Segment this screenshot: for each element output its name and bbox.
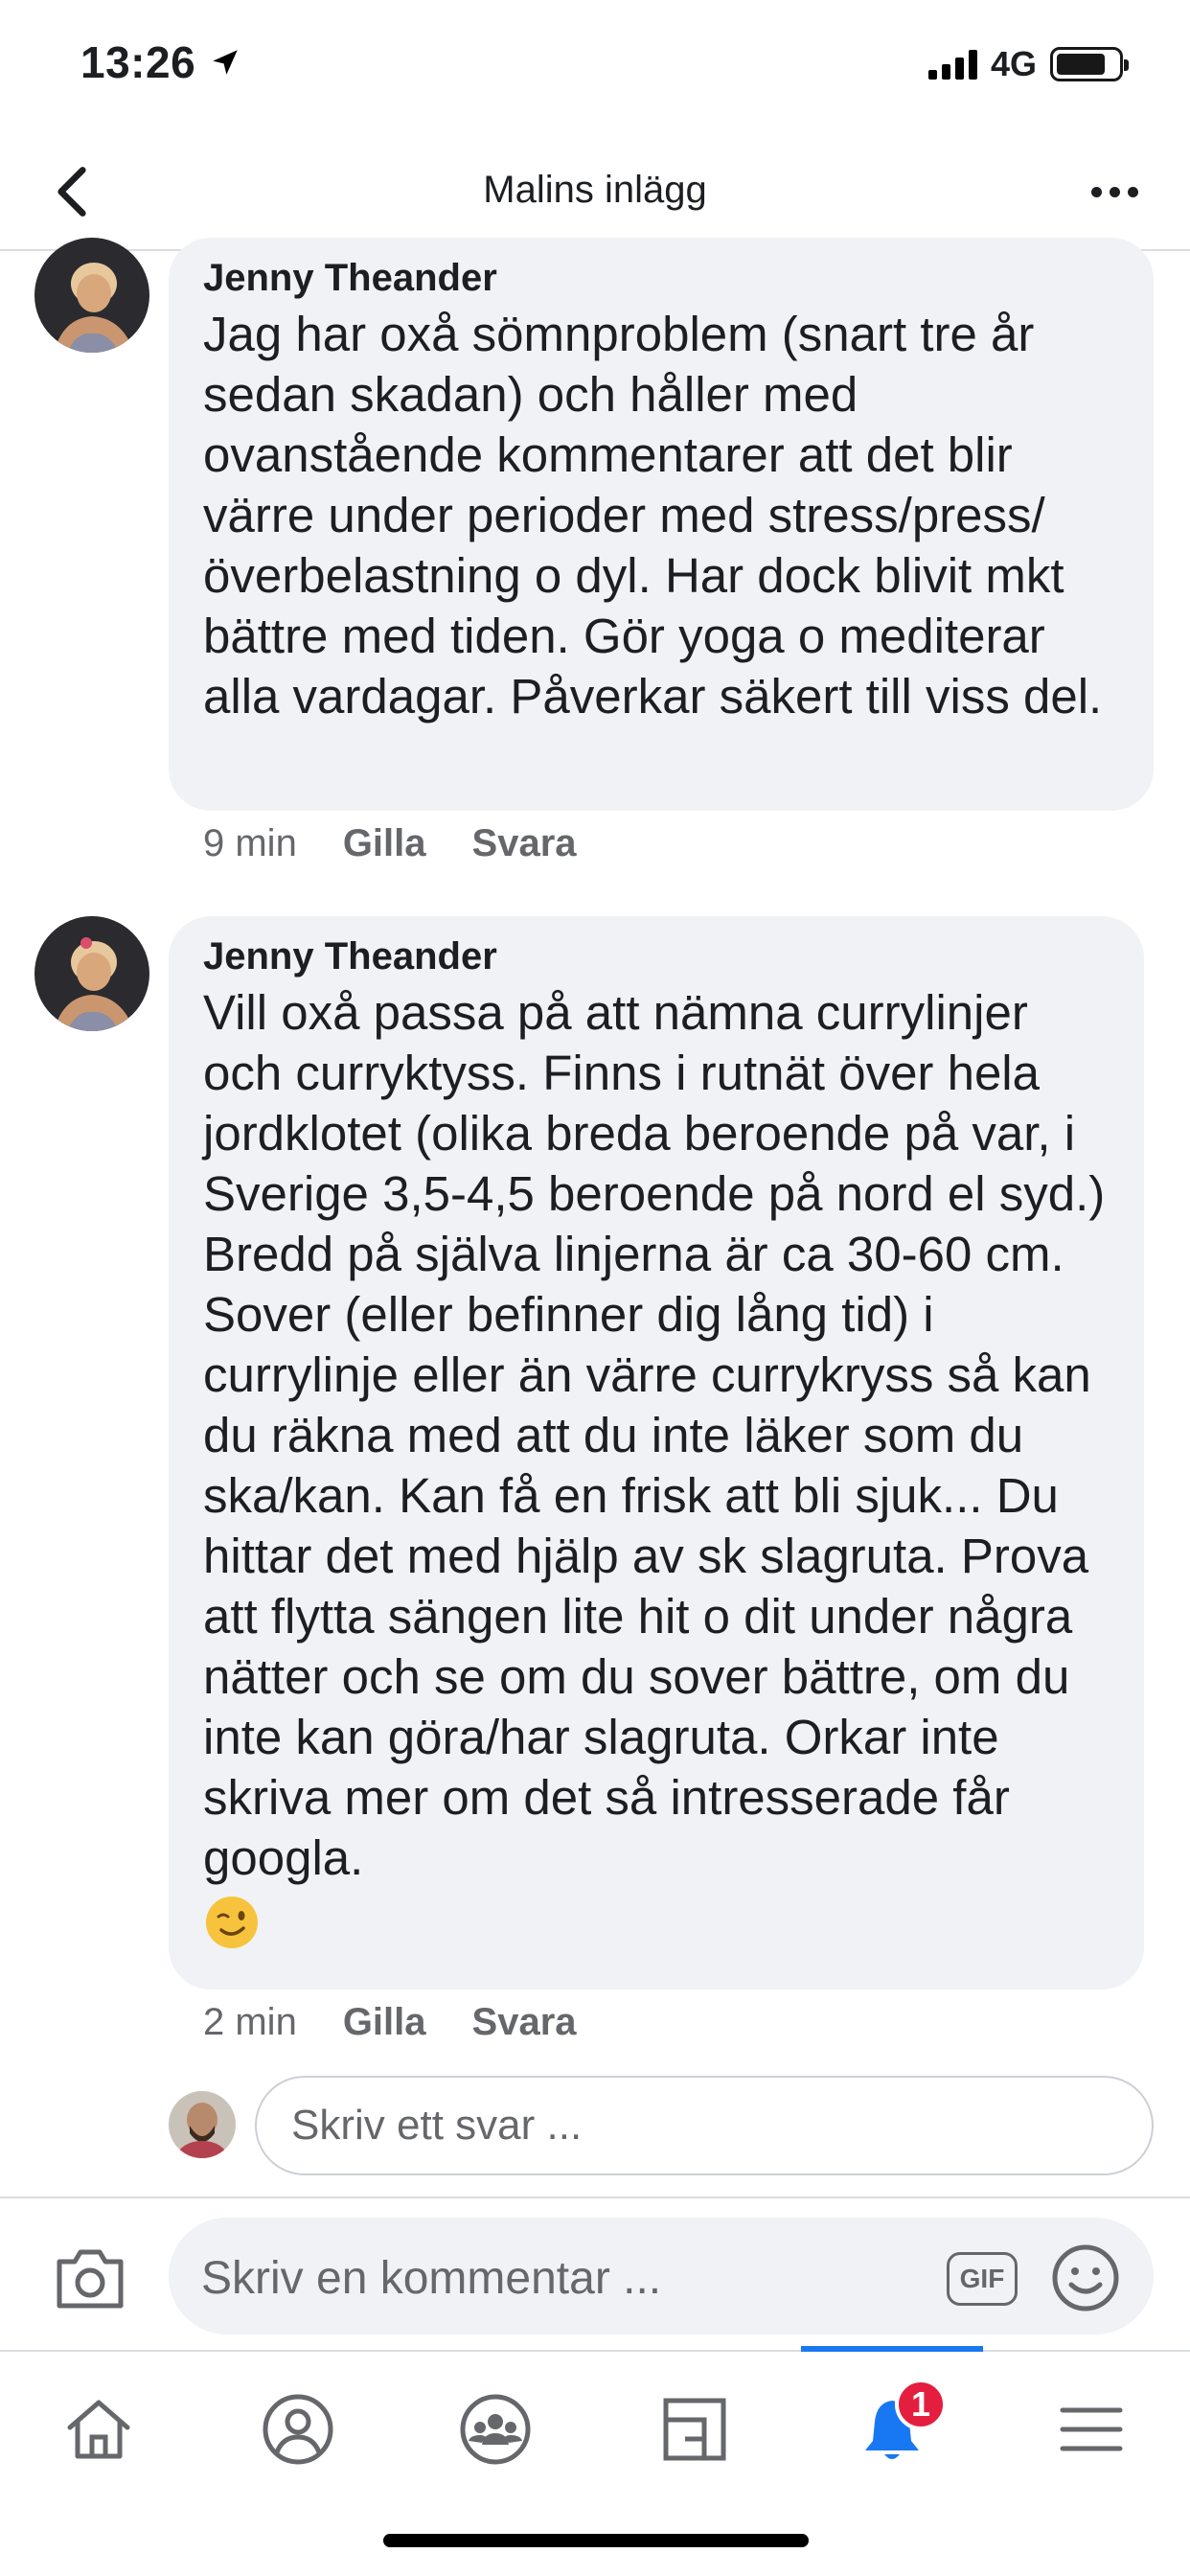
tab-profile[interactable]: [255, 2386, 341, 2472]
pages-icon: [663, 2398, 726, 2461]
tab-groups[interactable]: [452, 2386, 538, 2472]
avatar[interactable]: [34, 916, 149, 1031]
signal-icon: [927, 49, 977, 80]
current-user-avatar: [169, 2091, 236, 2158]
comment-input[interactable]: Skriv en kommentar ... GIF: [169, 2218, 1154, 2334]
notification-badge: 1: [895, 2379, 947, 2430]
tab-home[interactable]: [56, 2386, 142, 2472]
emoji-icon[interactable]: [1050, 2242, 1121, 2313]
status-indicators: 4G: [927, 44, 1129, 84]
comment-text: Jag har oxå sömnproblem (snart tre år se…: [203, 307, 1103, 724]
comment-bubble: Jenny Theander Vill oxå passa på att näm…: [169, 916, 1144, 1990]
network-label: 4G: [990, 44, 1037, 83]
active-tab-indicator: [801, 2346, 983, 2352]
like-button[interactable]: Gilla: [343, 2001, 426, 2044]
comment-composer: Skriv en kommentar ... GIF: [0, 2196, 1190, 2350]
status-time-group: 13:26: [80, 36, 241, 88]
hamburger-menu-icon: [1060, 2407, 1123, 2451]
reply-button[interactable]: Svara: [472, 2001, 577, 2044]
battery-icon: [1050, 47, 1129, 81]
reply-placeholder: Skriv ett svar ...: [291, 2102, 583, 2149]
comment-author[interactable]: Jenny Theander: [203, 935, 1110, 978]
status-time: 13:26: [80, 37, 196, 87]
reply-button[interactable]: Svara: [472, 822, 577, 865]
comment-author[interactable]: Jenny Theander: [203, 257, 1119, 300]
comment-text: Vill oxå passa på att nämna currylinjer …: [203, 985, 1106, 1885]
tab-menu[interactable]: [1048, 2386, 1134, 2472]
location-arrow-icon: [213, 50, 238, 75]
tab-notifications[interactable]: 1: [849, 2379, 947, 2472]
avatar[interactable]: [34, 238, 149, 353]
tab-pages[interactable]: [652, 2386, 738, 2472]
more-options-icon[interactable]: [1081, 172, 1148, 211]
home-icon: [67, 2400, 130, 2459]
home-indicator: [383, 2534, 809, 2547]
comment-timestamp: 2 min: [203, 2001, 297, 2043]
status-bar: 13:26 4G: [0, 0, 1190, 134]
profile-icon: [263, 2394, 333, 2465]
winking-face-icon: [206, 1897, 258, 1948]
comment-placeholder: Skriv en kommentar ...: [201, 2253, 662, 2304]
page-title: Malins inlägg: [483, 169, 707, 211]
camera-icon[interactable]: [54, 2244, 126, 2312]
navigation-header: Malins inlägg: [0, 134, 1190, 251]
gif-button[interactable]: GIF: [947, 2252, 1018, 2306]
comment-timestamp: 9 min: [203, 822, 297, 864]
comment-meta: 2 min Gilla Svara: [203, 2001, 577, 2044]
comment-bubble: Jenny Theander Jag har oxå sömnproblem (…: [169, 238, 1154, 811]
reply-input[interactable]: Skriv ett svar ...: [255, 2076, 1154, 2175]
groups-icon: [460, 2394, 531, 2465]
like-button[interactable]: Gilla: [343, 822, 426, 865]
comment-meta: 9 min Gilla Svara: [203, 822, 577, 865]
